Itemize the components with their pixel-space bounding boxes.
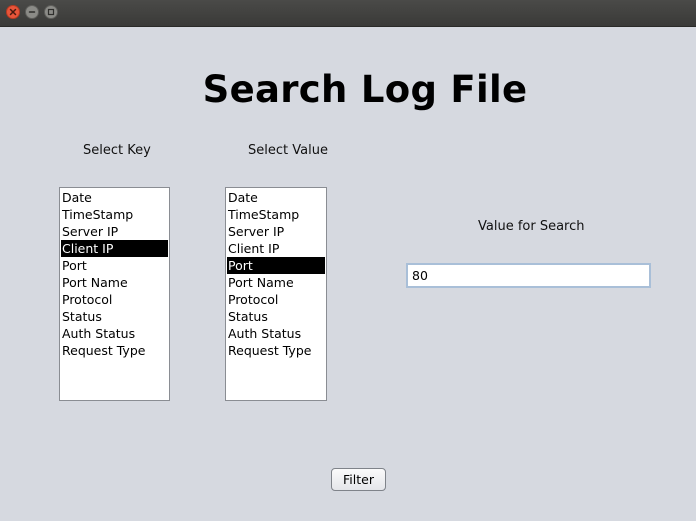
window-titlebar: [0, 0, 696, 27]
maximize-icon[interactable]: [44, 5, 58, 19]
value-list-item[interactable]: Port: [227, 257, 325, 274]
key-list-item[interactable]: Port Name: [61, 274, 168, 291]
page-title: Search Log File: [202, 68, 528, 111]
value-list-item[interactable]: Server IP: [227, 223, 325, 240]
value-list-item[interactable]: Auth Status: [227, 325, 325, 342]
key-list-item[interactable]: Request Type: [61, 342, 168, 359]
key-listbox[interactable]: Date TimeStamp Server IP Client IP Port …: [59, 187, 170, 401]
search-value-input[interactable]: [406, 263, 651, 288]
key-list-item[interactable]: Server IP: [61, 223, 168, 240]
key-list-item[interactable]: Client IP: [61, 240, 168, 257]
value-list-item[interactable]: Protocol: [227, 291, 325, 308]
key-list-item[interactable]: Date: [61, 189, 168, 206]
value-listbox[interactable]: Date TimeStamp Server IP Client IP Port …: [225, 187, 327, 401]
select-key-label: Select Key: [83, 143, 151, 158]
search-value-label: Value for Search: [478, 219, 585, 234]
value-list-item[interactable]: Port Name: [227, 274, 325, 291]
minimize-icon[interactable]: [25, 5, 39, 19]
select-value-label: Select Value: [248, 143, 328, 158]
close-icon[interactable]: [6, 5, 20, 19]
key-list-item[interactable]: Auth Status: [61, 325, 168, 342]
key-list-item[interactable]: Port: [61, 257, 168, 274]
filter-button[interactable]: Filter: [331, 468, 386, 491]
key-list-item[interactable]: Status: [61, 308, 168, 325]
value-list-item[interactable]: Request Type: [227, 342, 325, 359]
value-list-item[interactable]: Client IP: [227, 240, 325, 257]
value-list-item[interactable]: TimeStamp: [227, 206, 325, 223]
value-list-item[interactable]: Status: [227, 308, 325, 325]
key-list-item[interactable]: TimeStamp: [61, 206, 168, 223]
value-list-item[interactable]: Date: [227, 189, 325, 206]
key-list-item[interactable]: Protocol: [61, 291, 168, 308]
